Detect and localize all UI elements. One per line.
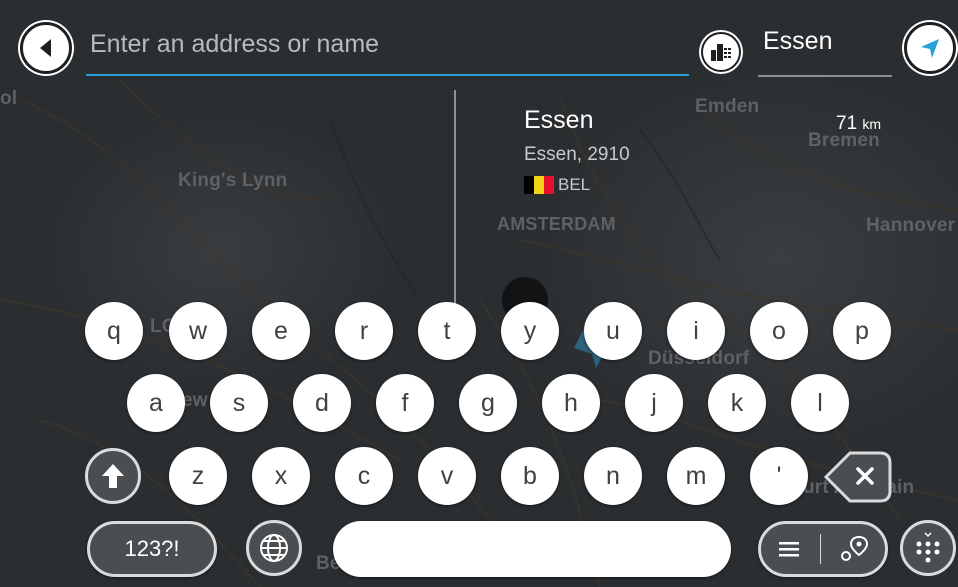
key-b[interactable]: b <box>501 447 559 505</box>
location-filter-underline <box>758 75 892 77</box>
key-y[interactable]: y <box>501 302 559 360</box>
backspace-button[interactable] <box>823 449 892 505</box>
key-i[interactable]: i <box>667 302 725 360</box>
key-n[interactable]: n <box>584 447 642 505</box>
belgium-flag-icon <box>524 176 554 194</box>
city-search-button[interactable] <box>701 32 741 72</box>
key-w[interactable]: w <box>169 302 227 360</box>
key-apostrophe[interactable]: ' <box>750 447 808 505</box>
city-icon <box>709 42 733 62</box>
result-country: BEL <box>558 175 591 194</box>
key-c[interactable]: c <box>335 447 393 505</box>
back-arrow-icon <box>34 36 58 60</box>
shift-arrow-icon <box>100 462 126 490</box>
key-d[interactable]: d <box>293 374 351 432</box>
map-label: Hannover <box>866 215 956 236</box>
key-m[interactable]: m <box>667 447 725 505</box>
view-toggle-divider <box>819 534 821 564</box>
key-l[interactable]: l <box>791 374 849 432</box>
result-subtitle: Essen, 2910 <box>524 144 630 165</box>
result-distance: 71 km <box>836 113 881 135</box>
key-t[interactable]: t <box>418 302 476 360</box>
search-input[interactable]: Enter an address or name <box>90 30 379 59</box>
map-label: King's Lynn <box>178 170 288 191</box>
backspace-icon <box>823 449 892 510</box>
language-button[interactable] <box>246 520 302 576</box>
search-bar: Enter an address or name Essen <box>0 0 958 90</box>
search-input-underline <box>86 74 689 76</box>
back-button[interactable] <box>20 22 72 74</box>
keyboard-toggle-button[interactable] <box>900 520 956 576</box>
key-u[interactable]: u <box>584 302 642 360</box>
map-view-button[interactable] <box>839 535 869 563</box>
map-label: AMSTERDAM <box>497 214 616 234</box>
key-e[interactable]: e <box>252 302 310 360</box>
distance-value: 71 <box>836 113 858 134</box>
globe-icon <box>258 532 290 564</box>
map-view-icon <box>839 535 869 563</box>
list-view-button[interactable] <box>777 539 801 559</box>
key-q[interactable]: q <box>85 302 143 360</box>
key-g[interactable]: g <box>459 374 517 432</box>
navigate-button[interactable] <box>904 22 956 74</box>
distance-unit: km <box>862 116 882 132</box>
list-icon <box>777 539 801 559</box>
key-a[interactable]: a <box>127 374 185 432</box>
key-j[interactable]: j <box>625 374 683 432</box>
key-f[interactable]: f <box>376 374 434 432</box>
key-h[interactable]: h <box>542 374 600 432</box>
numbers-symbols-button[interactable]: 123?! <box>87 521 217 577</box>
location-filter-input[interactable]: Essen <box>763 27 832 56</box>
shift-button[interactable] <box>85 448 141 504</box>
space-bar[interactable] <box>333 521 731 577</box>
map-label: ol <box>0 88 18 109</box>
key-k[interactable]: k <box>708 374 766 432</box>
key-s[interactable]: s <box>210 374 268 432</box>
key-o[interactable]: o <box>750 302 808 360</box>
map-label: Emden <box>695 96 760 117</box>
results-divider <box>454 90 456 310</box>
key-r[interactable]: r <box>335 302 393 360</box>
key-z[interactable]: z <box>169 447 227 505</box>
keyboard-icon <box>913 532 943 564</box>
view-toggle <box>758 521 888 577</box>
map-label: ew <box>182 390 208 411</box>
key-v[interactable]: v <box>418 447 476 505</box>
result-title: Essen <box>524 106 594 134</box>
navigate-arrow-icon <box>917 35 943 61</box>
key-x[interactable]: x <box>252 447 310 505</box>
key-p[interactable]: p <box>833 302 891 360</box>
